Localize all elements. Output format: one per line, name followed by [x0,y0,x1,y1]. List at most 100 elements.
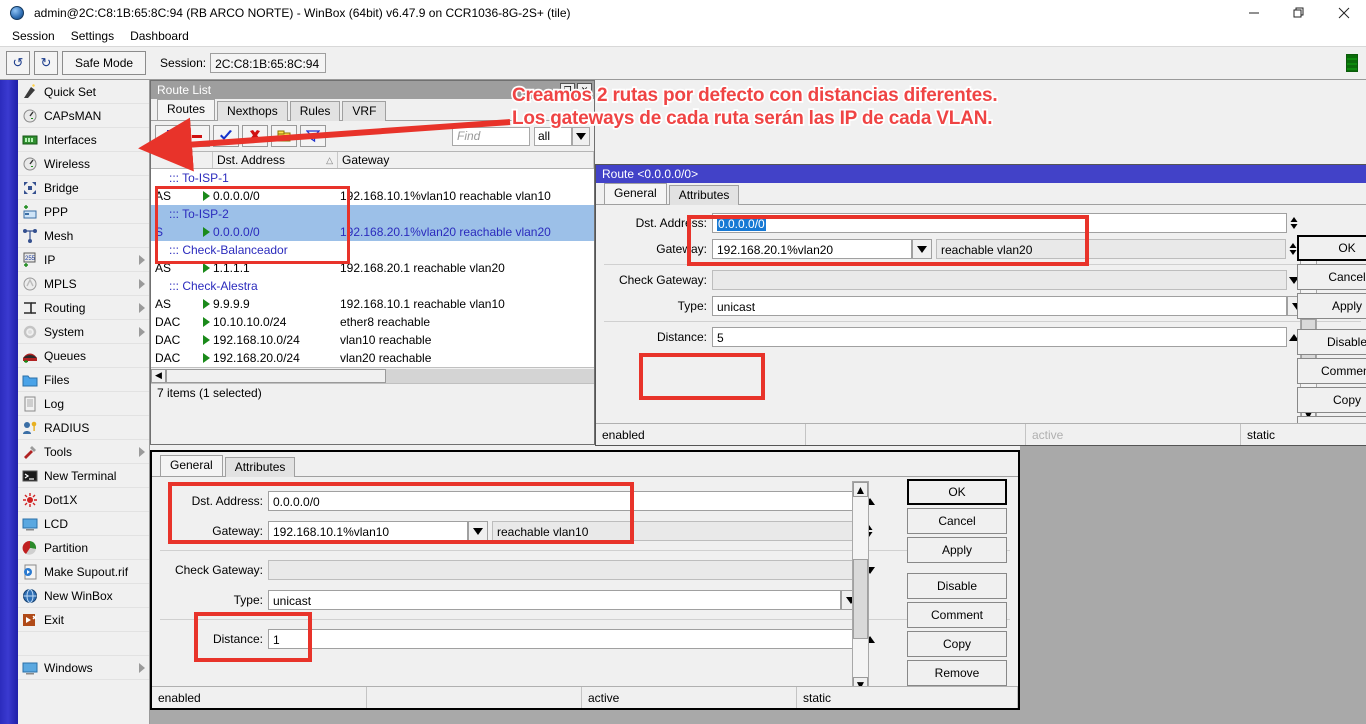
tab-routes[interactable]: Routes [157,99,215,120]
tab-attributes-top[interactable]: Attributes [669,185,740,205]
hscroll-thumb[interactable] [166,369,386,383]
sidebar-item-partition[interactable]: Partition [18,536,150,560]
annotation-line-1: Creamos 2 rutas por defecto con distanci… [512,85,997,107]
comment-icon[interactable] [271,125,297,147]
dst-address-input-bottom[interactable]: 0.0.0.0/0 [268,491,863,511]
tab-attributes-bottom[interactable]: Attributes [225,457,296,477]
route-comment-row[interactable]: ::: Check-Alestra [151,277,594,295]
minimize-icon[interactable] [1231,0,1276,26]
sidebar-item-lcd[interactable]: LCD [18,512,150,536]
safe-mode-button[interactable]: Safe Mode [62,51,146,75]
column-dst-address[interactable]: Dst. Address △ [213,152,338,168]
sidebar-item-queues[interactable]: Queues [18,344,150,368]
sidebar-item-radius[interactable]: RADIUS [18,416,150,440]
sidebar-item-windows[interactable]: Windows [18,656,150,680]
undo-icon[interactable]: ↺ [6,51,30,75]
route-comment-row[interactable]: ::: To-ISP-1 [151,169,594,187]
comment-button-top[interactable]: Comment [1297,358,1366,384]
route-gateway: 192.168.10.1 reachable vlan10 [338,297,594,311]
sidebar-item-interfaces[interactable]: Interfaces [18,128,150,152]
tab-rules[interactable]: Rules [290,101,341,121]
vscroll-thumb-bottom[interactable] [853,559,868,639]
sidebar-item-log[interactable]: Log [18,392,150,416]
tab-general-top[interactable]: General [604,183,667,204]
menu-dashboard[interactable]: Dashboard [122,27,197,45]
check-gateway-input-top[interactable] [712,270,1287,290]
sidebar-item-ppp[interactable]: PPP [18,200,150,224]
distance-input-bottom[interactable]: 1 [268,629,863,649]
route-list-hscrollbar[interactable]: ◀ [151,367,594,383]
ok-button[interactable]: OK [907,479,1007,505]
sidebar-item-ip[interactable]: 255IP [18,248,150,272]
route-row[interactable]: DAC192.168.20.0/24vlan20 reachable [151,349,594,367]
route-gateway: vlan10 reachable [338,333,594,347]
route-row[interactable]: S0.0.0.0/0192.168.20.1%vlan20 reachable … [151,223,594,241]
close-icon[interactable] [1321,0,1366,26]
disable-icon[interactable] [242,125,268,147]
route-row[interactable]: AS1.1.1.1192.168.20.1 reachable vlan20 [151,259,594,277]
menu-settings[interactable]: Settings [63,27,122,45]
sidebar-item-quick-set[interactable]: Quick Set [18,80,150,104]
session-value[interactable]: 2C:C8:1B:65:8C:94 [210,53,326,73]
type-input-top[interactable]: unicast [712,296,1287,316]
sidebar-item-exit[interactable]: Exit [18,608,150,632]
remove-icon[interactable] [184,125,210,147]
dst-address-input-top[interactable]: 0.0.0.0/0 [712,213,1287,233]
sidebar-item-mpls[interactable]: MPLS [18,272,150,296]
column-flags[interactable] [151,152,213,168]
enable-icon[interactable] [213,125,239,147]
remove-button[interactable]: Remove [907,660,1007,686]
gateway-dropdown-icon-bottom[interactable] [468,521,488,541]
apply-button-top[interactable]: Apply [1297,293,1366,319]
sidebar-item-routing[interactable]: Routing [18,296,150,320]
route-comment-row[interactable]: ::: To-ISP-2 [151,205,594,223]
disable-button[interactable]: Disable [907,573,1007,599]
redo-icon[interactable]: ↻ [34,51,58,75]
sidebar-item-tools[interactable]: Tools [18,440,150,464]
gateway-input-top[interactable]: 192.168.20.1%vlan20 [712,239,912,259]
sidebar-item-system[interactable]: System [18,320,150,344]
route-row[interactable]: DAC192.168.10.0/24vlan10 reachable [151,331,594,349]
sidebar-item-wireless[interactable]: Wireless [18,152,150,176]
comment-button[interactable]: Comment [907,602,1007,628]
type-input-bottom[interactable]: unicast [268,590,841,610]
sidebar-item-mesh[interactable]: Mesh [18,224,150,248]
apply-button[interactable]: Apply [907,537,1007,563]
column-gateway[interactable]: Gateway [338,152,594,168]
tab-general-bottom[interactable]: General [160,455,223,476]
gateway-dropdown-icon-top[interactable] [912,239,932,259]
route-dst-address: 1.1.1.1 [213,261,338,275]
copy-button-top[interactable]: Copy [1297,387,1366,413]
tab-vrf[interactable]: VRF [342,101,386,121]
filter-icon[interactable] [300,125,326,147]
route-comment-row[interactable]: ::: Check-Balanceador [151,241,594,259]
scroll-left-icon[interactable]: ◀ [151,369,166,383]
sidebar-item-capsman[interactable]: CAPsMAN [18,104,150,128]
hscroll-track[interactable] [166,369,594,383]
restore-icon[interactable] [1276,0,1321,26]
tab-nexthops[interactable]: Nexthops [217,101,288,121]
sidebar-item-bridge[interactable]: Bridge [18,176,150,200]
sidebar-item-new-winbox[interactable]: New WinBox [18,584,150,608]
route-dialog-bottom-vscrollbar[interactable]: ▲ ▼ [852,481,869,693]
sidebar-item-new-terminal[interactable]: New Terminal [18,464,150,488]
distance-input-top[interactable]: 5 [712,327,1287,347]
route-row[interactable]: DAC10.10.10.0/24ether8 reachable [151,313,594,331]
disable-button-top[interactable]: Disable [1297,329,1366,355]
sidebar-item-make-supout-rif[interactable]: Make Supout.rif [18,560,150,584]
gateway-input-bottom[interactable]: 192.168.10.1%vlan10 [268,521,468,541]
cancel-button[interactable]: Cancel [907,508,1007,534]
check-gateway-input-bottom[interactable] [268,560,863,580]
route-row[interactable]: AS9.9.9.9192.168.10.1 reachable vlan10 [151,295,594,313]
add-icon[interactable] [155,125,181,147]
route-row[interactable]: AS0.0.0.0/0192.168.10.1%vlan10 reachable… [151,187,594,205]
route-comment-text: ::: To-ISP-2 [169,207,229,221]
dst-address-spinner-top[interactable] [1287,213,1301,233]
sidebar-item-files[interactable]: Files [18,368,150,392]
scroll-up-icon-bottom[interactable]: ▲ [853,482,868,497]
copy-button[interactable]: Copy [907,631,1007,657]
sidebar-item-dot1x[interactable]: Dot1X [18,488,150,512]
menu-session[interactable]: Session [4,27,63,45]
cancel-button-top[interactable]: Cancel [1297,264,1366,290]
ok-button-top[interactable]: OK [1297,235,1366,261]
